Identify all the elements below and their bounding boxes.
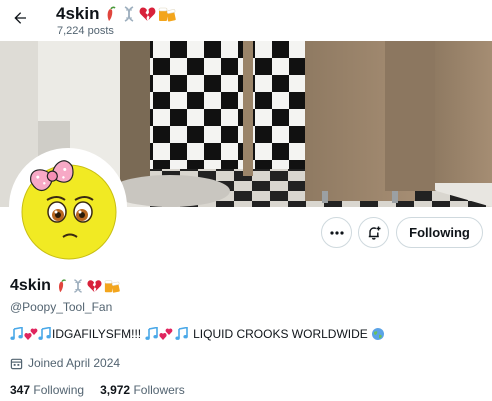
pepper-icon bbox=[58, 279, 66, 293]
joined-date: Joined April 2024 bbox=[10, 356, 120, 370]
beer-icon bbox=[104, 280, 120, 293]
pepper-icon bbox=[108, 6, 117, 21]
hearts-icon bbox=[159, 328, 173, 340]
header-emoji-group bbox=[102, 5, 177, 23]
following-label: Following bbox=[33, 383, 85, 397]
beer-icon bbox=[159, 7, 177, 22]
bio-text-1: IDGAFILYSFM!!! bbox=[52, 327, 142, 341]
music-notes-icon bbox=[38, 327, 51, 340]
dna-icon bbox=[73, 279, 82, 293]
joined-text: Joined April 2024 bbox=[28, 356, 121, 370]
music-notes-icon bbox=[175, 327, 188, 340]
broken-heart-icon bbox=[140, 7, 156, 21]
arrow-left-icon bbox=[14, 12, 26, 24]
followers-label: Followers bbox=[133, 383, 185, 397]
dna-icon bbox=[125, 6, 134, 22]
notifications-button[interactable] bbox=[358, 217, 389, 248]
display-name-text: 4skin bbox=[10, 277, 51, 294]
following-count-link[interactable]: 347 Following bbox=[10, 383, 84, 397]
more-dots-icon bbox=[329, 230, 344, 235]
following-count: 347 bbox=[10, 383, 34, 397]
bell-plus-icon bbox=[368, 226, 380, 240]
calendar-icon bbox=[10, 358, 23, 369]
display-name-emoji-group bbox=[54, 278, 121, 294]
following-button[interactable]: Following bbox=[396, 217, 483, 248]
music-notes-icon bbox=[145, 327, 158, 340]
more-options-button[interactable] bbox=[321, 217, 352, 248]
profile-avatar[interactable] bbox=[9, 148, 127, 266]
header-title: 4skin bbox=[56, 4, 177, 24]
header-title-text: 4skin bbox=[56, 4, 100, 23]
followers-count-link[interactable]: 3,972 Followers bbox=[100, 383, 185, 397]
display-name: 4skin bbox=[10, 277, 121, 295]
globe-icon bbox=[371, 328, 384, 340]
profile-header: 4skin 7,224 posts bbox=[0, 0, 492, 41]
follow-stats: 347 Following 3,972 Followers bbox=[10, 383, 201, 397]
profile-bio: IDGAFILYSFM!!! LIQUID CROOKS WORLDWIDE bbox=[10, 327, 385, 341]
profile-handle: @Poopy_Tool_Fan bbox=[10, 300, 113, 314]
followers-count: 3,972 bbox=[100, 383, 134, 397]
broken-heart-icon bbox=[87, 280, 102, 293]
header-post-count: 7,224 posts bbox=[57, 25, 114, 37]
avatar-image bbox=[13, 152, 123, 262]
bio-text-2: LIQUID CROOKS WORLDWIDE bbox=[193, 327, 368, 341]
hearts-icon bbox=[24, 328, 38, 340]
back-button[interactable] bbox=[6, 4, 34, 32]
music-notes-icon bbox=[10, 327, 23, 340]
